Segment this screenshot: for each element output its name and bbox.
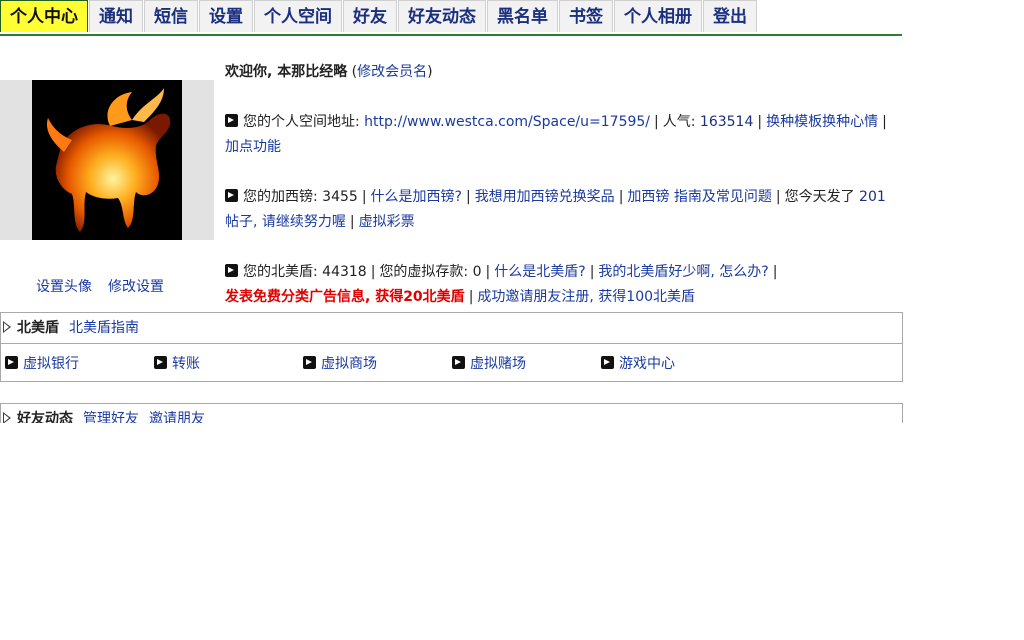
shield-label: 您的北美盾: [243,264,318,280]
arrow-bullet-icon [225,114,238,127]
arrow-bullet-icon [225,189,238,202]
triangle-right-icon [3,412,11,423]
virtual-bank-link[interactable]: 虚拟银行 [23,356,79,372]
welcome-prefix: 欢迎你, [225,64,278,80]
shield-panel-title: 北美盾 [17,320,59,336]
today-suffix: 帖子, 请继续努力喔 [225,214,346,230]
transfer-link[interactable]: 转账 [172,356,200,372]
arrow-bullet-icon [154,355,167,369]
shield-item-bank: 虚拟银行 [5,353,154,373]
shield-item-games: 游戏中心 [601,353,750,373]
invite-friends-link[interactable]: 邀请朋友 [149,411,205,423]
fire-bull-icon [32,80,182,240]
popularity-label: 人气: [662,114,696,130]
invite-reward-link[interactable]: 成功邀请朋友注册, 获得100北美盾 [477,289,695,305]
tab-friends[interactable]: 好友 [343,0,397,32]
arrow-bullet-icon [225,264,238,277]
today-prefix: 您今天发了 [784,189,855,205]
shield-item-casino: 虚拟赌场 [452,353,601,373]
avatar-links: 设置头像 修改设置 [36,276,180,296]
today-count: 201 [859,189,886,205]
welcome-line: 欢迎你, 本那比经略 (修改会员名) [225,60,903,85]
edit-settings-link[interactable]: 修改设置 [108,279,164,295]
pounds-info: 您的加西镑: 3455 | 什么是加西镑? | 我想用加西镑兑换奖品 | 加西镑 指南及常见… [225,189,886,230]
friends-panel-header: 好友动态 管理好友 邀请朋友 [1,404,902,423]
pounds-value: 3455 [322,189,358,205]
triangle-right-icon [3,321,11,333]
game-center-link[interactable]: 游戏中心 [619,356,675,372]
pounds-faq-link[interactable]: 加西镑 指南及常见问题 [627,189,771,205]
set-avatar-link[interactable]: 设置头像 [36,279,92,295]
shield-info: 您的北美盾: 44318 | 您的虚拟存款: 0 | 什么是北美盾? | 我的北美盾好少啊,… [225,264,778,305]
space-info: 您的个人空间地址: http://www.westca.com/Space/u=… [225,114,887,155]
tab-bookmarks[interactable]: 书签 [559,0,613,32]
shield-panel-header: 北美盾 北美盾指南 [1,313,902,344]
tab-settings[interactable]: 设置 [199,0,253,32]
virtual-mall-link[interactable]: 虚拟商场 [321,356,377,372]
pounds-label: 您的加西镑: [243,189,318,205]
shield-value: 44318 [322,264,367,280]
add-points-link[interactable]: 加点功能 [225,139,281,155]
shield-item-transfer: 转账 [154,353,303,373]
tab-messages[interactable]: 短信 [144,0,198,32]
space-url-link[interactable]: http://www.westca.com/Space/u=17595/ [364,114,650,130]
lottery-link[interactable]: 虚拟彩票 [359,214,415,230]
shield-panel: 北美盾 北美盾指南 虚拟银行 转账 虚拟商场 虚拟赌场 游戏中心 [0,312,903,382]
arrow-bullet-icon [303,355,316,369]
what-is-shield-link[interactable]: 什么是北美盾? [494,264,585,280]
exchange-pounds-link[interactable]: 我想用加西镑兑换奖品 [475,189,615,205]
space-label: 您的个人空间地址: [243,114,360,130]
tab-personal-space[interactable]: 个人空间 [254,0,342,32]
tab-blacklist[interactable]: 黑名单 [487,0,558,32]
tab-personal-center[interactable]: 个人中心 [0,0,88,32]
manage-friends-link[interactable]: 管理好友 [83,411,139,423]
too-few-shield-link[interactable]: 我的北美盾好少啊, 怎么办? [598,264,768,280]
arrow-bullet-icon [601,355,614,369]
what-is-pounds-link[interactable]: 什么是加西镑? [371,189,462,205]
tab-photo-album[interactable]: 个人相册 [614,0,702,32]
avatar-frame [0,80,214,240]
tab-logout[interactable]: 登出 [703,0,757,32]
free-ad-link[interactable]: 发表免费分类广告信息, 获得20北美盾 [225,289,465,305]
shield-item-mall: 虚拟商场 [303,353,452,373]
tab-notifications[interactable]: 通知 [89,0,143,32]
tab-friend-activity[interactable]: 好友动态 [398,0,486,32]
arrow-bullet-icon [452,355,465,369]
avatar [32,80,182,240]
shield-guide-link[interactable]: 北美盾指南 [69,320,139,336]
friends-panel: 好友动态 管理好友 邀请朋友 [0,403,903,423]
deposit-label: 您的虚拟存款: [379,264,469,280]
popularity-value: 163514 [699,114,754,130]
friends-panel-title: 好友动态 [17,411,73,423]
virtual-casino-link[interactable]: 虚拟赌场 [470,356,526,372]
arrow-bullet-icon [5,355,18,369]
close-paren: ) [427,64,433,80]
main-nav: 个人中心 通知 短信 设置 个人空间 好友 好友动态 黑名单 书签 个人相册 登… [0,0,902,36]
account-info: 欢迎你, 本那比经略 (修改会员名) 您的个人空间地址: http://www.… [225,60,903,335]
rename-link[interactable]: 修改会员名 [357,64,427,80]
username: 本那比经略 [277,64,348,80]
deposit-value: 0 [472,264,482,280]
shield-panel-items: 虚拟银行 转账 虚拟商场 虚拟赌场 游戏中心 [1,344,902,381]
change-template-link[interactable]: 换种模板换种心情 [766,114,878,130]
